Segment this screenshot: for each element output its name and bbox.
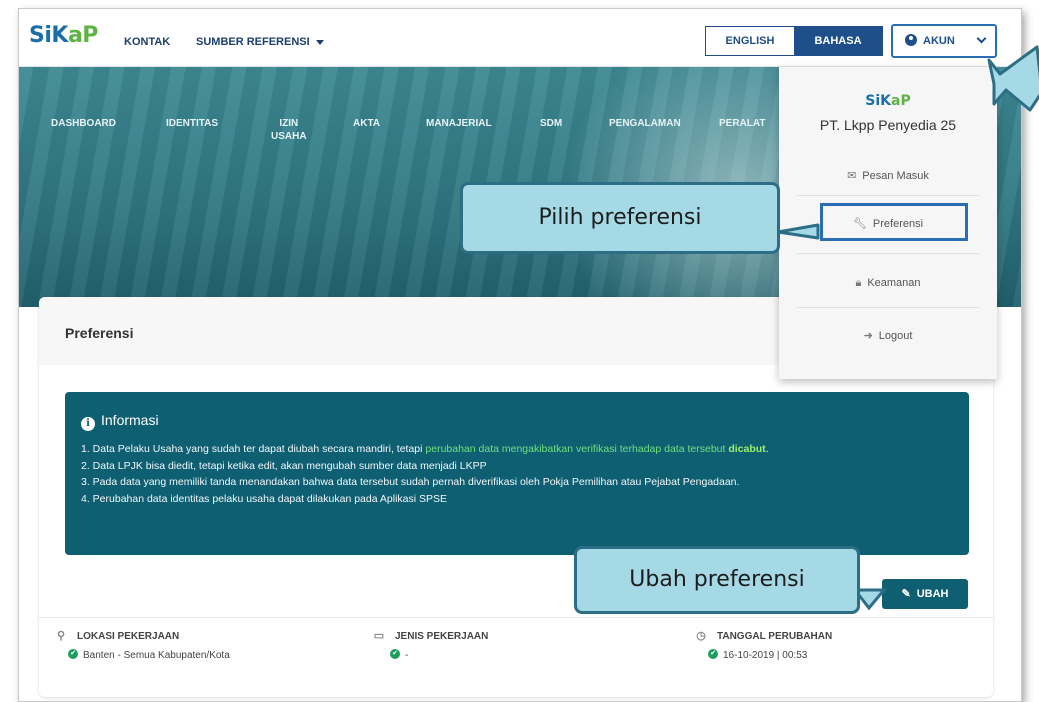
menu-pengalaman[interactable]: PENGALAMAN	[609, 117, 681, 130]
preferensi-highlight	[820, 203, 968, 241]
meta-lokasi: ⚲ LOKASI PEKERJAAN Banten - Semua Kabupat…	[55, 629, 230, 661]
company-name: PT. Lkpp Penyedia 25	[819, 117, 957, 133]
menu-izin-line1: IZIN	[279, 118, 299, 129]
app-window: SiKaP KONTAK SUMBER REFERENSI ENGLISH BA…	[18, 8, 1022, 702]
info-icon: i	[81, 417, 95, 431]
jenis-label: JENIS PEKERJAAN	[395, 631, 489, 642]
lokasi-label: LOKASI PEKERJAAN	[77, 631, 180, 642]
menu-identitas[interactable]: IDENTITAS	[166, 117, 218, 130]
logout-icon: ➜	[863, 330, 873, 342]
top-navbar: SiKaP KONTAK SUMBER REFERENSI ENGLISH BA…	[19, 9, 1021, 67]
ubah-preferensi-callout: Ubah preferensi	[574, 546, 860, 614]
menu-keamanan[interactable]: 🔒︎ Keamanan	[779, 277, 997, 290]
tanggal-value: 16-10-2019 | 00:53	[707, 649, 832, 661]
clock-icon: ◷	[696, 630, 706, 642]
lock-icon: 🔒︎	[855, 277, 862, 289]
menu-izin-usaha[interactable]: IZIN USAHA	[271, 117, 307, 143]
tanggal-label: TANGGAL PERUBAHAN	[717, 631, 833, 642]
page-title: Preferensi	[65, 325, 134, 341]
meta-jenis: ▭ JENIS PEKERJAAN -	[373, 629, 489, 661]
logout-label: Logout	[878, 330, 913, 342]
info-line-1: 1. Data Pelaku Usaha yang sudah ter dapa…	[81, 441, 769, 458]
meta-tanggal: ◷ TANGGAL PERUBAHAN 16-10-2019 | 00:53	[695, 629, 832, 661]
divider	[39, 617, 993, 618]
english-button[interactable]: ENGLISH	[706, 27, 794, 55]
info-line-1-text: 1. Data Pelaku Usaha yang sudah ter dapa…	[81, 443, 426, 455]
lokasi-value: Banten - Semua Kabupaten/Kota	[68, 649, 230, 661]
map-pin-icon: ⚲	[56, 630, 66, 642]
nav-sumber-referensi-label: SUMBER REFERENSI	[196, 36, 310, 48]
info-line-1-dicabut: dicabut	[728, 443, 766, 455]
info-list: 1. Data Pelaku Usaha yang sudah ter dapa…	[81, 441, 769, 507]
envelope-icon: ✉	[847, 170, 857, 182]
menu-dashboard[interactable]: DASHBOARD	[51, 117, 116, 130]
pesan-label: Pesan Masuk	[862, 170, 929, 182]
user-circle-icon	[905, 34, 917, 46]
jenis-value: -	[389, 649, 488, 661]
caret-down-icon	[315, 39, 324, 45]
menu-izin-line2: USAHA	[271, 131, 307, 142]
info-line-1-highlight: perubahan data mengakibatkan verifikasi …	[425, 443, 729, 455]
sikap-logo[interactable]: SiKaP	[29, 23, 98, 48]
menu-akta[interactable]: AKTA	[353, 117, 380, 130]
edit-icon: ✎	[901, 588, 911, 600]
menu-logout[interactable]: ➜ Logout	[779, 329, 997, 342]
ubah-label: UBAH	[916, 588, 949, 600]
menu-sdm[interactable]: SDM	[540, 117, 562, 130]
nav-sumber-referensi[interactable]: SUMBER REFERENSI	[196, 36, 324, 48]
language-switch: ENGLISH BAHASA	[705, 26, 883, 56]
info-panel: i Informasi 1. Data Pelaku Usaha yang sud…	[65, 392, 969, 555]
info-title: i Informasi	[81, 412, 159, 431]
akun-label: AKUN	[923, 35, 955, 47]
info-line-1-end: .	[765, 443, 769, 455]
info-line-3: 3. Pada data yang memiliki tanda menanda…	[81, 476, 740, 488]
menu-pesan-masuk[interactable]: ✉ Pesan Masuk	[779, 169, 997, 182]
menu-manajerial[interactable]: MANAJERIAL	[426, 117, 492, 130]
akun-button[interactable]: AKUN	[891, 24, 997, 58]
akun-dropdown: SiKaP PT. Lkpp Penyedia 25 ✉ Pesan Masuk …	[779, 67, 997, 379]
briefcase-icon: ▭	[373, 630, 385, 642]
dropdown-logo: SiKaP	[865, 93, 911, 109]
info-line-2: 2. Data LPJK bisa diedit, tetapi ketika …	[81, 459, 487, 472]
info-line-4: 4. Perubahan data identitas pelaku usaha…	[81, 492, 448, 505]
ubah-button[interactable]: ✎ UBAH	[882, 579, 968, 609]
keamanan-label: Keamanan	[867, 277, 921, 289]
bahasa-button[interactable]: BAHASA	[794, 27, 882, 55]
chevron-down-icon	[976, 33, 987, 44]
info-title-text: Informasi	[101, 412, 159, 428]
menu-peralatan[interactable]: PERALAT	[719, 117, 765, 130]
pilih-preferensi-callout: Pilih preferensi	[460, 182, 780, 254]
nav-kontak[interactable]: KONTAK	[124, 36, 170, 48]
